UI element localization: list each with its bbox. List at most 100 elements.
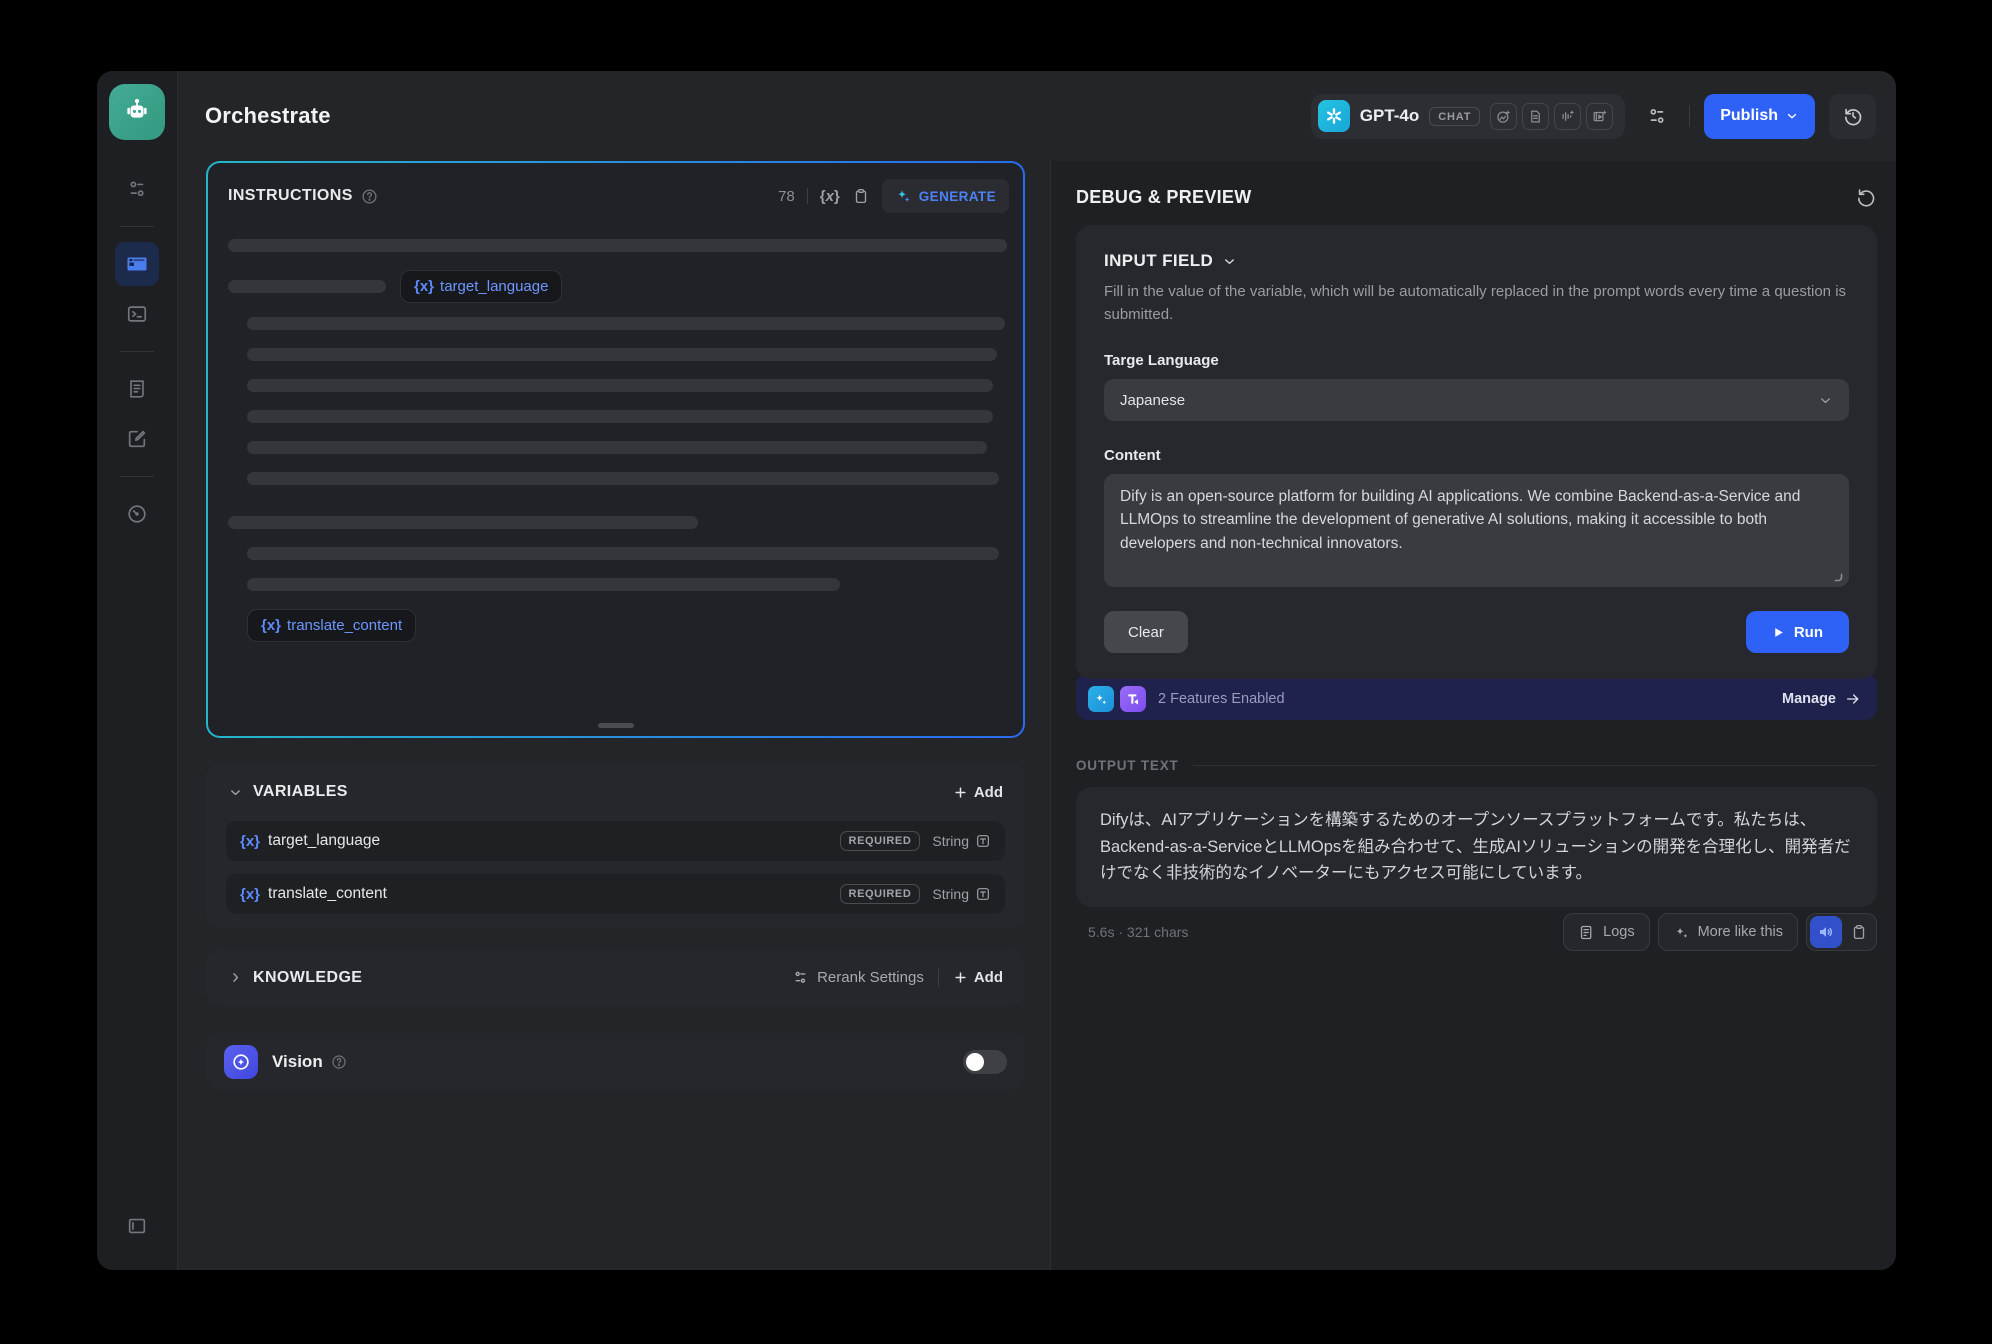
sidebar-item-monitoring[interactable] [115,492,159,536]
sidebar-item-orchestrate[interactable] [115,242,159,286]
run-label: Run [1794,624,1823,641]
resize-corner-icon[interactable] [1831,570,1843,582]
run-button[interactable]: Run [1746,611,1849,653]
knowledge-section: KNOWLEDGE Rerank Settings [206,949,1025,1006]
required-badge: REQUIRED [840,884,921,904]
app-logo[interactable] [109,84,165,140]
generate-button[interactable]: GENERATE [882,179,1009,213]
output-section-header: OUTPUT TEXT [1076,758,1877,773]
features-bar[interactable]: 2 Features Enabled Manage [1076,673,1877,720]
output-text: Difyは、AIアプリケーションを構築するためのオープンソースプラットフォームで… [1100,811,1851,882]
clipboard-icon[interactable] [852,187,870,205]
input-field-description: Fill in the value of the variable, which… [1104,281,1849,326]
skeleton-line [247,317,1005,330]
model-selector[interactable]: GPT-4o CHAT [1311,94,1625,139]
speaker-button[interactable] [1810,916,1842,948]
skeleton-line [228,280,386,293]
browser-window-icon [125,252,149,276]
play-icon [1772,626,1785,639]
instructions-title: INSTRUCTIONS [228,187,353,205]
chevron-down-icon [1785,109,1799,123]
logs-button[interactable]: Logs [1563,913,1649,951]
knowledge-divider [938,969,939,987]
instructions-header: INSTRUCTIONS 78 {x} [208,163,1023,213]
input-field-title: INPUT FIELD [1104,251,1213,271]
sparkle-icon [895,188,912,205]
variable-braces: {x} [240,886,260,903]
skeleton-line [228,516,698,529]
main-area: Orchestrate [178,71,1896,1270]
publish-button[interactable]: Publish [1704,94,1815,139]
variable-row-target-language[interactable]: {x} target_language REQUIRED String [226,821,1005,861]
video-capability-icon [1586,103,1613,130]
variables-title: VARIABLES [253,783,348,801]
variables-header[interactable]: VARIABLES Add [206,763,1025,821]
variable-name: target_language [268,832,380,850]
history-icon [1842,105,1864,127]
text-to-speech-feature-icon [1120,686,1146,712]
skeleton-line [247,578,840,591]
variable-braces: {x} [414,278,434,295]
skeleton-line [247,348,997,361]
vision-toggle[interactable] [963,1050,1007,1074]
sidebar-item-logs[interactable] [115,367,159,411]
add-knowledge-button[interactable]: Add [953,969,1003,986]
copy-output-button[interactable] [1850,923,1868,941]
variable-chip-translate-content[interactable]: {x} translate_content [247,609,416,642]
image-capability-icon [1490,103,1517,130]
target-language-select[interactable]: Japanese [1104,379,1849,421]
more-like-this-button[interactable]: More like this [1658,913,1798,951]
model-name: GPT-4o [1360,106,1420,126]
collapse-sidebar-button[interactable] [126,1215,148,1242]
instructions-body[interactable]: {x} target_language [208,213,1023,642]
chevron-right-icon [228,970,243,985]
refresh-icon[interactable] [1855,186,1877,208]
clear-label: Clear [1128,624,1164,641]
add-variable-button[interactable]: Add [953,784,1003,801]
debug-header: DEBUG & PREVIEW [1076,161,1877,225]
vision-title: Vision [272,1052,323,1072]
content-textarea[interactable]: Dify is an open-source platform for buil… [1104,474,1849,587]
rerank-settings-button[interactable]: Rerank Settings [792,969,924,986]
gauge-icon [126,503,148,525]
edit-square-icon [126,428,148,450]
variables-section: VARIABLES Add {x} target_language [206,763,1025,928]
target-language-label: Targe Language [1104,352,1849,369]
clear-button[interactable]: Clear [1104,611,1188,653]
model-parameters-button[interactable] [1639,98,1675,134]
skeleton-line [247,472,999,485]
app-window: Orchestrate [97,71,1896,1270]
skeleton-line [228,239,1007,252]
variable-braces-icon[interactable]: {x} [820,188,840,205]
content-label: Content [1104,447,1849,464]
robot-icon [120,95,154,129]
resize-handle[interactable] [598,723,634,728]
logs-icon [1578,924,1595,941]
skeleton-line [247,410,993,423]
audio-capability-icon [1554,103,1581,130]
header-actions: GPT-4o CHAT [1311,94,1876,139]
add-label: Add [974,969,1003,986]
input-field-header[interactable]: INPUT FIELD [1104,251,1849,271]
help-icon[interactable] [361,188,378,205]
variable-row-translate-content[interactable]: {x} translate_content REQUIRED String [226,874,1005,914]
instructions-panel[interactable]: INSTRUCTIONS 78 {x} [206,161,1025,738]
logs-label: Logs [1603,924,1634,940]
output-text-card: Difyは、AIアプリケーションを構築するためのオープンソースプラットフォームで… [1076,787,1877,907]
header-divider [1689,105,1690,127]
manage-features-button[interactable]: Manage [1782,691,1861,707]
publish-label: Publish [1720,107,1778,125]
output-divider [1193,765,1877,766]
help-icon[interactable] [331,1054,347,1070]
instructions-toolbar: 78 {x} [778,179,1009,213]
sidebar-item-annotation[interactable] [115,417,159,461]
string-type-icon [975,833,991,849]
knowledge-header[interactable]: KNOWLEDGE Rerank Settings [206,949,1025,1006]
sidebar-item-settings[interactable] [115,167,159,211]
version-history-button[interactable] [1829,94,1876,139]
panel-left-icon [126,1215,148,1237]
sidebar-item-terminal[interactable] [115,292,159,336]
required-badge: REQUIRED [840,831,921,851]
variable-chip-target-language[interactable]: {x} target_language [400,270,562,303]
variable-type: String [932,833,969,849]
